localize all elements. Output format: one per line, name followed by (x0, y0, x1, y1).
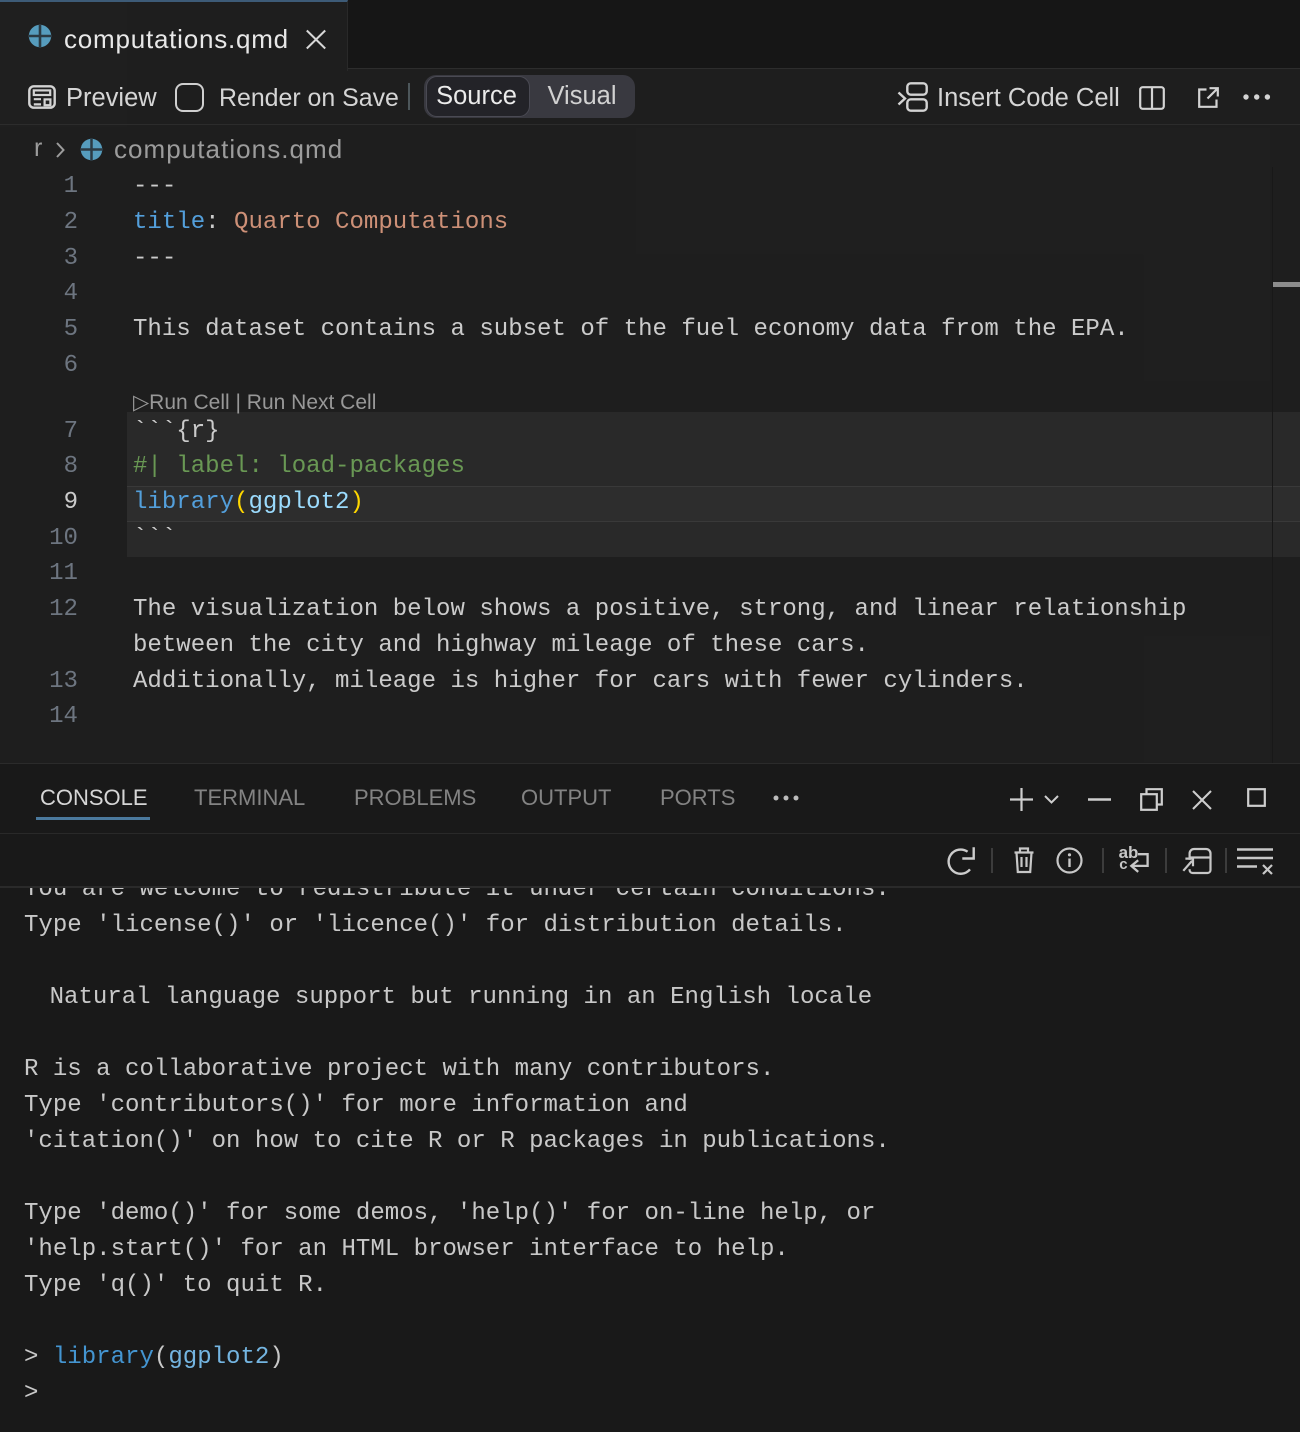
svg-text:c: c (1119, 856, 1127, 873)
